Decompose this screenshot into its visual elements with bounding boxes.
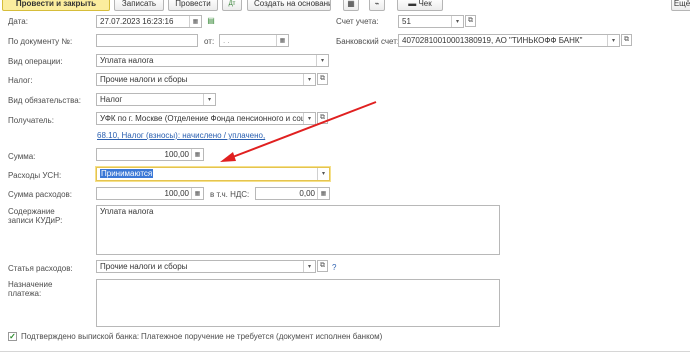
arrow-line (229, 101, 377, 159)
arrow-head (220, 152, 236, 162)
annotation-arrow (220, 101, 377, 162)
